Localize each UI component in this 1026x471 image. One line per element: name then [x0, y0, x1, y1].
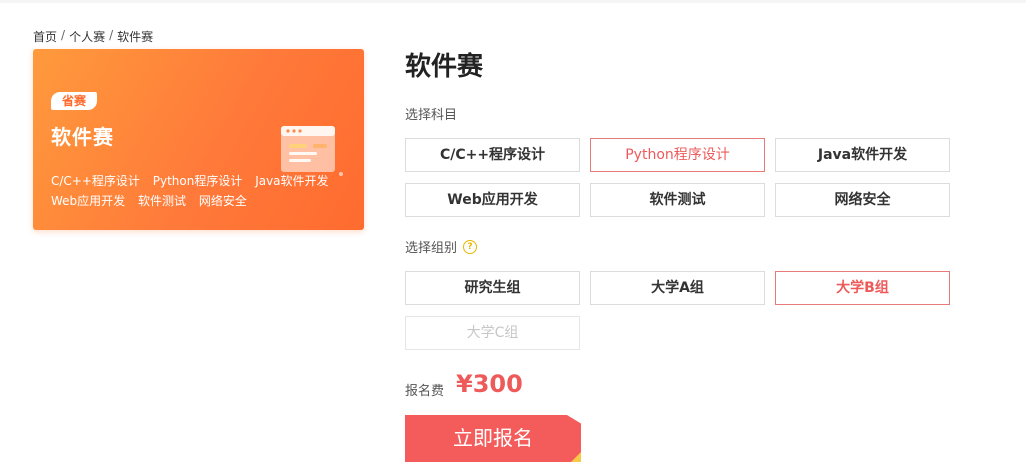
subject-option-cpp[interactable]: C/C++程序设计 [405, 138, 580, 172]
subject-label-text: 选择科目 [405, 108, 458, 123]
subject-option-java[interactable]: Java软件开发 [775, 138, 950, 172]
banner-course-list: C/C++程序设计 Python程序设计 Java软件开发 Web应用开发 软件… [51, 171, 351, 211]
subject-option-security[interactable]: 网络安全 [775, 183, 950, 217]
page-title: 软件赛 [405, 52, 484, 82]
group-option-b[interactable]: 大学B组 [775, 271, 950, 305]
corner-accent [571, 452, 581, 462]
question-circle-icon[interactable]: ? [463, 239, 478, 254]
fee-label: 报名费 [405, 384, 445, 399]
banner-course: Python程序设计 [152, 174, 243, 188]
group-option-graduate[interactable]: 研究生组 [405, 271, 580, 305]
signup-button[interactable]: 立即报名 [405, 415, 581, 462]
competition-banner: 省赛 软件赛 C/C++程序设计 Python程序设计 Java软件开发 Web… [33, 49, 364, 230]
subject-option-testing[interactable]: 软件测试 [590, 183, 765, 217]
fee-amount: ¥300 [456, 370, 523, 398]
breadcrumb-individual[interactable]: 个人赛 [69, 28, 105, 45]
banner-title: 软件赛 [51, 125, 114, 149]
subject-option-python[interactable]: Python程序设计 [590, 138, 765, 172]
group-label: 选择组别 ? [405, 237, 478, 256]
group-option-c: 大学C组 [405, 316, 580, 350]
banner-tag: 省赛 [51, 92, 98, 110]
group-label-text: 选择组别 [405, 241, 458, 256]
breadcrumb-home[interactable]: 首页 [33, 28, 57, 45]
subject-label: 选择科目 [405, 104, 457, 123]
breadcrumb-separator: / [109, 28, 114, 42]
banner-course: 软件测试 [138, 194, 187, 208]
breadcrumb: 首页 / 个人赛 / 软件赛 [33, 28, 153, 45]
breadcrumb-current: 软件赛 [117, 30, 154, 44]
banner-course: C/C++程序设计 [51, 174, 140, 188]
subject-option-web[interactable]: Web应用开发 [405, 183, 580, 217]
breadcrumb-separator: / [61, 28, 66, 42]
banner-course: Java软件开发 [255, 174, 329, 188]
group-option-a[interactable]: 大学A组 [590, 271, 765, 305]
top-divider [0, 0, 1026, 3]
banner-course: 网络安全 [198, 194, 247, 208]
banner-course: Web应用开发 [51, 194, 126, 208]
signup-button-label: 立即报名 [453, 426, 533, 450]
